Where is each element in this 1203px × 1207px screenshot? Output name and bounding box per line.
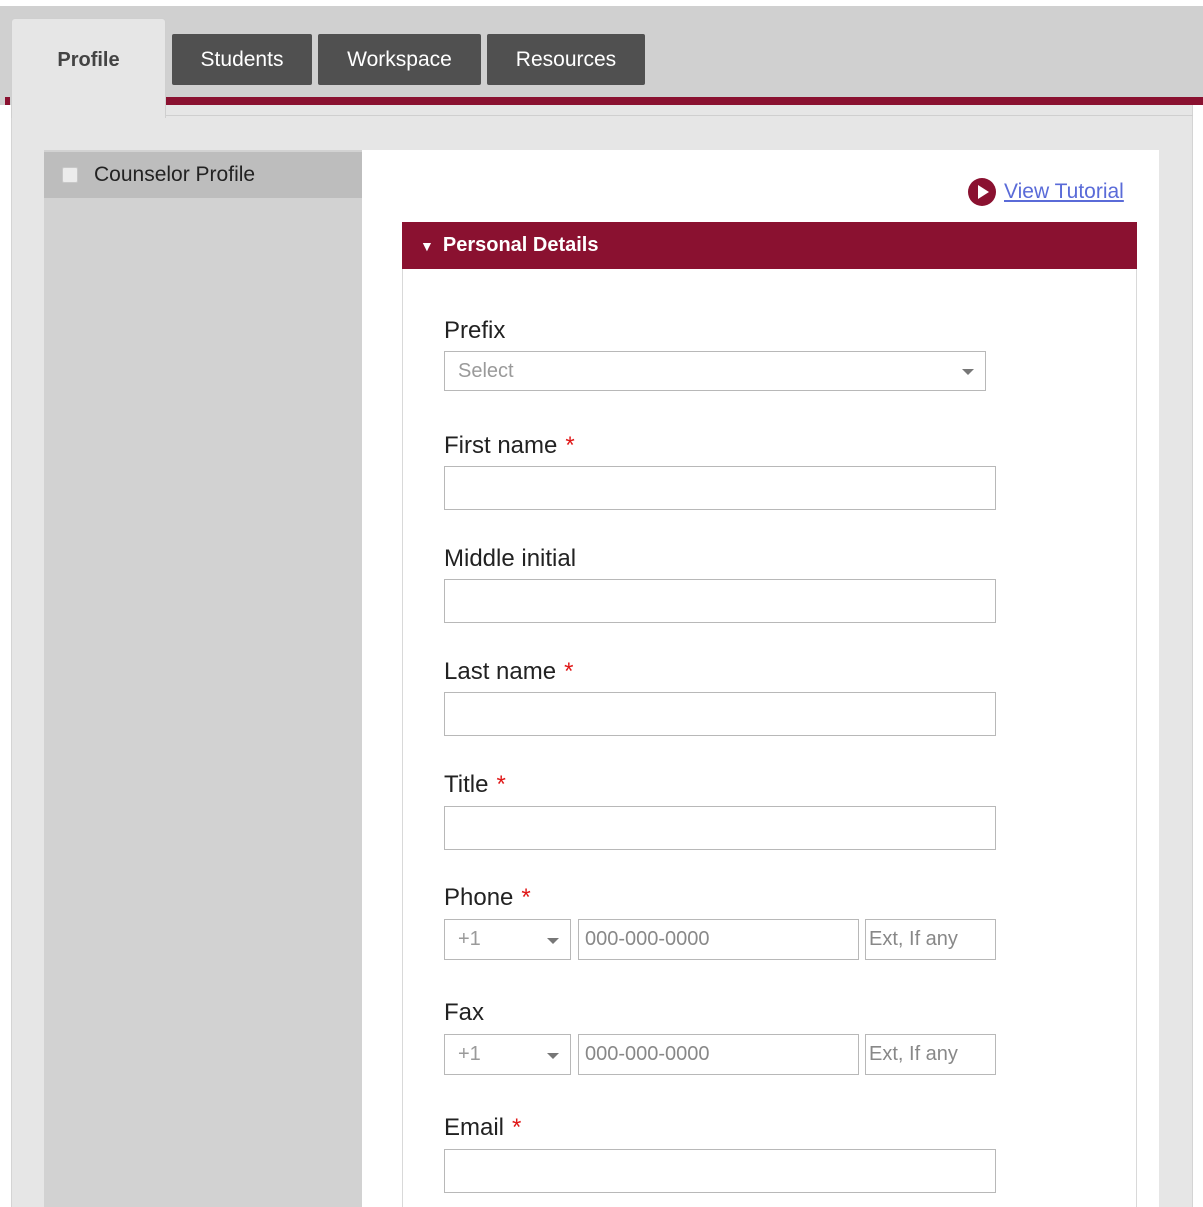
middle-initial-label: Middle initial [444, 545, 576, 573]
accent-divider [166, 97, 1203, 105]
tab-workspace[interactable]: Workspace [318, 34, 481, 85]
tab-profile-label: Profile [57, 49, 120, 71]
sidebar-item-counselor-profile[interactable]: Counselor Profile [44, 152, 362, 198]
title-label-text: Title [444, 771, 489, 798]
personal-details-header[interactable]: ▼ Personal Details [402, 222, 1137, 269]
fax-country-code-value: +1 [458, 1043, 481, 1065]
first-name-field[interactable] [444, 466, 996, 510]
tab-students-label: Students [200, 47, 284, 71]
fax-ext-field[interactable]: Ext, If any [865, 1034, 996, 1075]
prefix-select[interactable]: Select [444, 351, 986, 391]
tab-students[interactable]: Students [172, 34, 312, 85]
phone-number-placeholder: 000-000-0000 [585, 928, 710, 950]
middle-initial-field[interactable] [444, 579, 996, 623]
sidebar [44, 150, 362, 1207]
middle-initial-label-text: Middle initial [444, 545, 577, 572]
phone-number-field[interactable]: 000-000-0000 [578, 919, 859, 960]
phone-ext-field[interactable]: Ext, If any [865, 919, 996, 960]
chevron-down-icon [962, 369, 974, 375]
phone-country-code-value: +1 [458, 928, 481, 950]
collapse-caret-icon: ▼ [420, 237, 434, 254]
title-field[interactable] [444, 806, 996, 850]
tab-resources[interactable]: Resources [487, 34, 645, 85]
phone-ext-placeholder: Ext, If any [869, 928, 958, 950]
prefix-select-value: Select [458, 359, 514, 382]
fax-label: Fax [444, 999, 484, 1027]
prefix-label-text: Prefix [444, 317, 506, 344]
phone-label-text: Phone [444, 884, 514, 911]
fax-label-text: Fax [444, 999, 485, 1026]
fax-ext-placeholder: Ext, If any [869, 1043, 958, 1065]
email-field[interactable] [444, 1149, 996, 1193]
first-name-label: First name * [444, 432, 575, 460]
chevron-down-icon [547, 938, 559, 944]
required-marker: * [565, 432, 575, 459]
phone-country-code-select[interactable]: +1 [444, 919, 571, 960]
last-name-label-text: Last name [444, 658, 557, 685]
accent-stub [5, 97, 10, 105]
required-marker: * [564, 658, 574, 685]
fax-number-placeholder: 000-000-0000 [585, 1043, 710, 1065]
fax-number-field[interactable]: 000-000-0000 [578, 1034, 859, 1075]
view-tutorial-link[interactable]: View Tutorial [1004, 180, 1124, 204]
sidebar-item-label: Counselor Profile [94, 163, 256, 186]
fax-country-code-select[interactable]: +1 [444, 1034, 571, 1075]
email-label-text: Email [444, 1114, 505, 1141]
chevron-down-icon [547, 1053, 559, 1059]
phone-label: Phone * [444, 884, 531, 912]
play-circle-icon[interactable] [968, 178, 996, 206]
view-tutorial[interactable]: View Tutorial [968, 177, 1124, 207]
top-edge [0, 0, 1203, 6]
tab-profile[interactable]: Profile [11, 18, 166, 118]
required-marker: * [512, 1114, 522, 1141]
frame-top-border [166, 115, 1193, 116]
last-name-label: Last name * [444, 658, 573, 686]
section-title: Personal Details [442, 234, 599, 256]
title-label: Title * [444, 771, 506, 799]
tab-resources-label: Resources [515, 47, 617, 71]
sidebar-item-checkbox[interactable] [62, 167, 78, 183]
prefix-label: Prefix [444, 317, 505, 345]
first-name-label-text: First name [444, 432, 558, 459]
last-name-field[interactable] [444, 692, 996, 736]
required-marker: * [521, 884, 531, 911]
tab-workspace-label: Workspace [347, 47, 452, 71]
required-marker: * [496, 771, 506, 798]
email-label: Email * [444, 1114, 521, 1142]
